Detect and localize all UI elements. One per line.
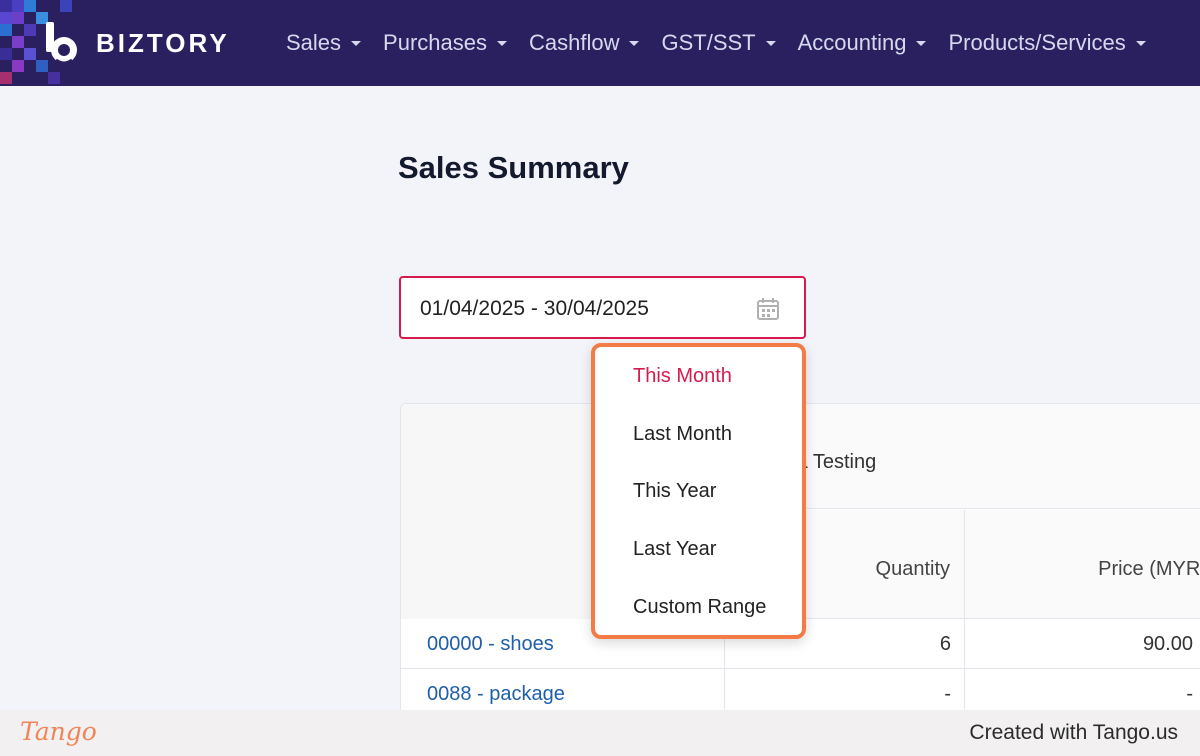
caret-down-icon [1135, 40, 1146, 46]
date-range-value: 01/04/2025 - 30/04/2025 [420, 297, 649, 320]
column-header-label: Price (MYR) [1098, 558, 1200, 580]
caret-down-icon [916, 40, 927, 46]
tango-footer: Tango Created with Tango.us [0, 710, 1200, 756]
nav-sales[interactable]: Sales [286, 30, 362, 56]
brand-name[interactable]: BIZTORY [96, 28, 230, 59]
caret-down-icon [765, 40, 776, 46]
nav-gst-sst[interactable]: GST/SST [661, 30, 776, 56]
nav-products-services[interactable]: Products/Services [948, 30, 1146, 56]
price-cell: - [1186, 683, 1193, 705]
main-nav: Sales Purchases Cashflow GST/SST Account… [286, 0, 1168, 86]
date-range-dropdown: This Month Last Month This Year Last Yea… [591, 343, 806, 639]
nav-label: Accounting [797, 30, 907, 55]
column-header-price[interactable]: Price (MYR) [964, 510, 1200, 619]
date-range-input[interactable]: 01/04/2025 - 30/04/2025 [399, 276, 806, 339]
nav-label: GST/SST [661, 30, 756, 55]
nav-label: Products/Services [948, 30, 1126, 55]
column-header-label: Quantity [875, 558, 950, 580]
nav-label: Cashflow [529, 30, 620, 55]
top-navbar: BIZTORY Sales Purchases Cashflow GST/SST… [0, 0, 1200, 86]
nav-label: Purchases [383, 30, 487, 55]
option-this-month[interactable]: This Month [633, 365, 732, 388]
option-last-year[interactable]: Last Year [633, 538, 716, 561]
page-title: Sales Summary [398, 150, 629, 185]
calendar-icon[interactable] [756, 297, 780, 321]
option-custom-range[interactable]: Custom Range [633, 596, 766, 619]
caret-down-icon [351, 40, 362, 46]
nav-accounting[interactable]: Accounting [798, 30, 927, 56]
caret-down-icon [629, 40, 640, 46]
caret-down-icon [497, 40, 507, 46]
nav-cashflow[interactable]: Cashflow [529, 30, 640, 56]
option-this-year[interactable]: This Year [633, 480, 716, 503]
nav-label: Sales [286, 30, 342, 55]
created-with-text: Created with Tango.us [969, 721, 1178, 744]
tango-logo: Tango [20, 717, 97, 746]
option-last-month[interactable]: Last Month [633, 423, 732, 446]
nav-purchases[interactable]: Purchases [383, 30, 507, 56]
biztory-logo-icon[interactable] [42, 20, 88, 66]
